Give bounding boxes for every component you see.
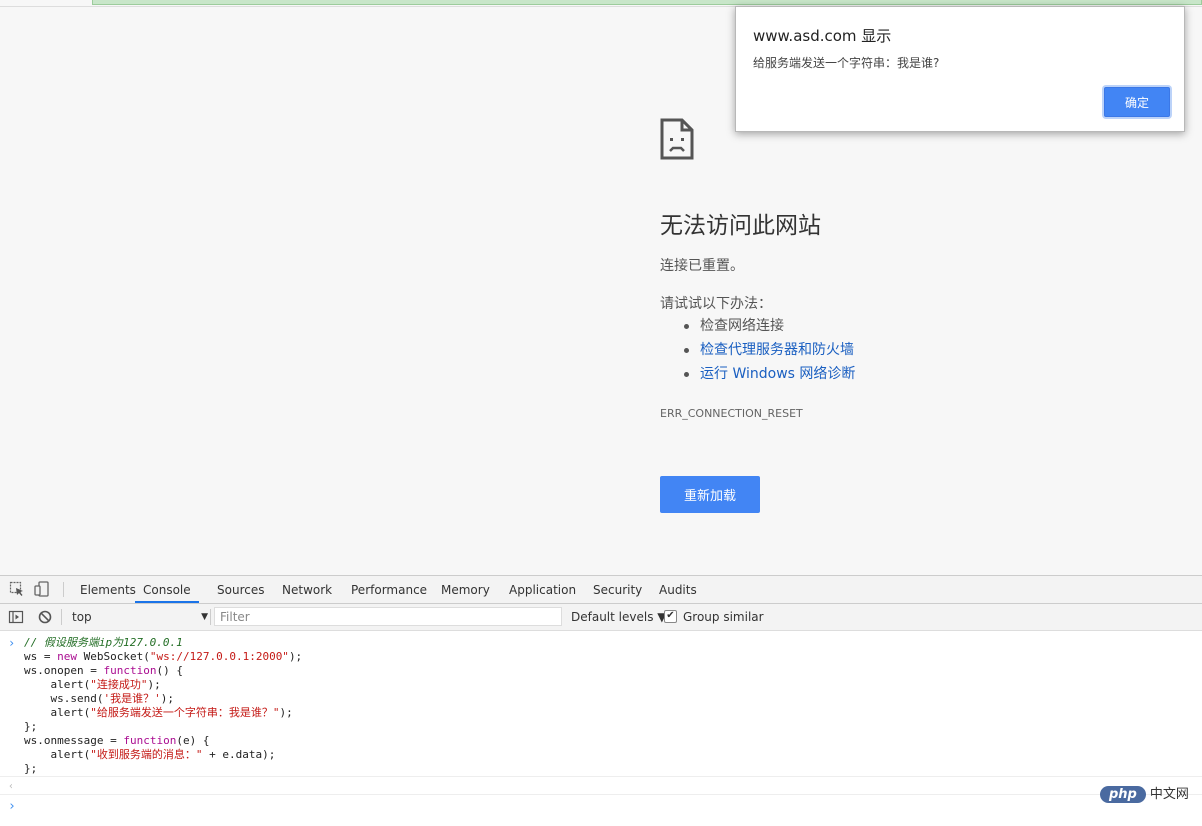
alert-dialog: www.asd.com 显示 给服务端发送一个字符串：我是谁? 确定 <box>735 6 1185 132</box>
inspect-element-icon[interactable] <box>9 581 25 597</box>
suggestions-label: 请试试以下办法： <box>660 296 772 312</box>
tab-memory[interactable]: Memory <box>441 576 490 603</box>
console-output: › // 假设服务端ip为127.0.0.1 ws = new WebSocke… <box>0 632 1202 826</box>
return-arrow-icon: ‹ <box>8 781 15 792</box>
code-line-4: alert("连接成功"); <box>24 678 161 691</box>
code-line-9: alert("收到服务端的消息：" + e.data); <box>24 748 276 761</box>
show-sidebar-icon[interactable] <box>8 609 24 625</box>
suggestion-list: 检查网络连接 检查代理服务器和防火墙 运行 Windows 网络诊断 <box>660 316 855 388</box>
reload-button[interactable]: 重新加载 <box>660 476 760 513</box>
tab-application[interactable]: Application <box>509 576 576 603</box>
watermark-logo: php <box>1100 786 1146 803</box>
context-selector[interactable]: top ▼ <box>66 607 212 627</box>
console-divider <box>0 776 1202 777</box>
tab-performance[interactable]: Performance <box>351 576 427 603</box>
suggestion-check-network: 检查网络连接 <box>683 316 855 340</box>
console-prompt-icon[interactable]: › <box>8 799 16 814</box>
devtools-tab-bar: Elements Console Sources Network Perform… <box>0 576 1202 604</box>
tab-elements[interactable]: Elements <box>80 576 136 603</box>
code-line-8: ws.onmessage = function(e) { <box>24 734 210 747</box>
devtools-panel: Elements Console Sources Network Perform… <box>0 575 1202 826</box>
watermark-text: 中文网 <box>1149 787 1189 802</box>
suggestion-check-proxy-link[interactable]: 检查代理服务器和防火墙 <box>683 340 855 364</box>
dialog-ok-button[interactable]: 确定 <box>1104 87 1170 117</box>
error-title: 无法访问此网站 <box>660 213 821 239</box>
dialog-message: 给服务端发送一个字符串：我是谁? <box>753 56 940 70</box>
code-line-7: }; <box>24 720 38 733</box>
device-toolbar-icon[interactable] <box>34 581 50 597</box>
tab-console[interactable]: Console <box>135 576 199 603</box>
console-toolbar: top ▼ Default levels ▼ ✔ Group similar <box>0 604 1202 631</box>
error-subtitle: 连接已重置。 <box>660 258 744 274</box>
group-similar-toggle[interactable]: ✔ Group similar <box>664 607 764 627</box>
toolbar-divider <box>61 609 62 625</box>
group-similar-checkbox[interactable]: ✔ <box>664 610 677 623</box>
tab-bar-divider <box>63 582 64 597</box>
code-line-6: alert("给服务端发送一个字符串：我是谁？"); <box>24 706 293 719</box>
code-line-5: ws.send('我是谁？'); <box>24 692 174 705</box>
suggestion-run-diagnostics-link[interactable]: 运行 Windows 网络诊断 <box>683 364 855 388</box>
toolbar-divider <box>210 609 211 625</box>
log-levels-dropdown[interactable]: Default levels ▼ <box>571 607 667 627</box>
console-filter-input[interactable] <box>214 607 562 626</box>
tab-security[interactable]: Security <box>593 576 642 603</box>
error-code: ERR_CONNECTION_RESET <box>660 407 803 420</box>
tab-audits[interactable]: Audits <box>659 576 697 603</box>
code-line-10: }; <box>24 762 38 775</box>
chevron-down-icon: ▼ <box>201 612 208 622</box>
clear-console-icon[interactable] <box>37 609 53 625</box>
context-value: top <box>72 610 92 624</box>
code-line-3: ws.onopen = function() { <box>24 664 183 677</box>
console-divider <box>0 794 1202 795</box>
code-line-2: ws = new WebSocket("ws://127.0.0.1:2000"… <box>24 650 303 663</box>
code-line-1: // 假设服务端ip为127.0.0.1 <box>24 636 183 649</box>
group-similar-label: Group similar <box>683 610 764 624</box>
loading-strip-fill <box>92 0 1202 5</box>
dialog-title: www.asd.com 显示 <box>753 27 892 45</box>
tab-sources[interactable]: Sources <box>217 576 264 603</box>
input-prompt-icon: › <box>8 636 16 650</box>
site-watermark: php 中文网 <box>1100 783 1189 805</box>
console-command: // 假设服务端ip为127.0.0.1 ws = new WebSocket(… <box>24 636 302 776</box>
sad-page-icon <box>660 118 694 160</box>
tab-network[interactable]: Network <box>282 576 332 603</box>
